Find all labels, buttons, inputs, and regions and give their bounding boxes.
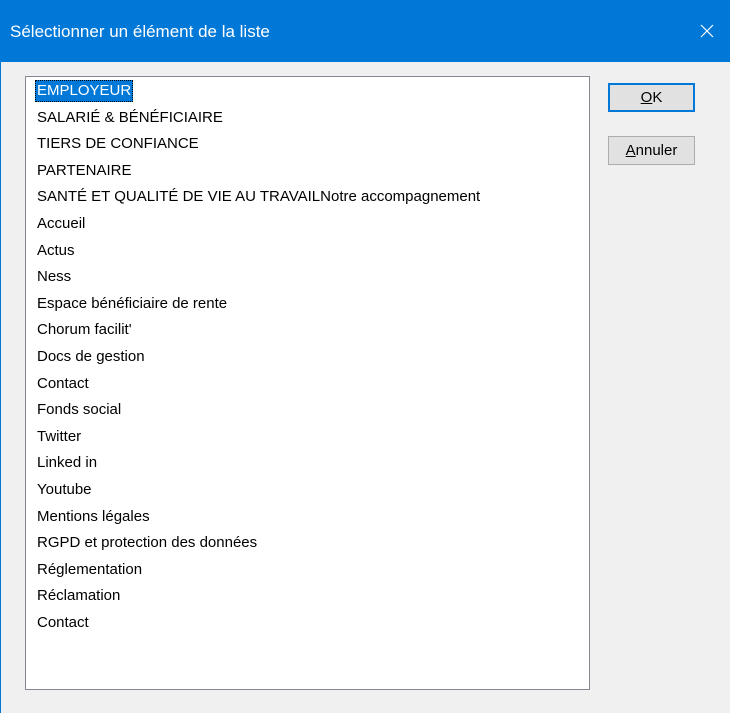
list-item[interactable]: Réglementation	[35, 559, 144, 581]
list-item[interactable]: Contact	[35, 373, 91, 395]
list-item[interactable]: EMPLOYEUR	[35, 80, 134, 102]
list-item[interactable]: TIERS DE CONFIANCE	[35, 133, 201, 155]
list-item[interactable]: Ness	[35, 266, 73, 288]
list-item[interactable]: Linked in	[35, 452, 99, 474]
list-item[interactable]: Docs de gestion	[35, 346, 147, 368]
ok-label: K	[652, 89, 663, 106]
list-item[interactable]: Actus	[35, 240, 77, 262]
list-item[interactable]: Mentions légales	[35, 506, 152, 528]
cancel-label: nnuler	[635, 142, 678, 159]
list-item[interactable]: Espace bénéficiaire de rente	[35, 293, 229, 315]
list-item[interactable]: Accueil	[35, 213, 87, 235]
list-item[interactable]: PARTENAIRE	[35, 160, 133, 182]
close-icon	[700, 24, 714, 38]
close-button[interactable]	[684, 0, 730, 62]
list-item[interactable]: RGPD et protection des données	[35, 532, 259, 554]
title-bar[interactable]: Sélectionner un élément de la liste	[1, 0, 730, 62]
list-item[interactable]: Réclamation	[35, 585, 122, 607]
list-item[interactable]: Chorum facilit'	[35, 319, 134, 341]
ok-button[interactable]: OK	[608, 83, 695, 112]
cancel-button[interactable]: Annuler	[608, 136, 695, 165]
cancel-accelerator: A	[625, 142, 636, 159]
list-item[interactable]: SANTÉ ET QUALITÉ DE VIE AU TRAVAILNotre …	[35, 186, 482, 208]
item-listbox[interactable]: EMPLOYEUR SALARIÉ & BÉNÉFICIAIRE TIERS DE …	[25, 76, 590, 690]
window-title: Sélectionner un élément de la liste	[10, 22, 270, 41]
list-item[interactable]: Youtube	[35, 479, 94, 501]
list-item[interactable]: Contact	[35, 612, 91, 634]
select-item-dialog: Sélectionner un élément de la liste EMPL…	[0, 0, 730, 713]
list-item[interactable]: Twitter	[35, 426, 83, 448]
ok-accelerator: O	[640, 89, 653, 106]
list-item[interactable]: SALARIÉ & BÉNÉFICIAIRE	[35, 107, 225, 129]
list-item[interactable]: Fonds social	[35, 399, 123, 421]
